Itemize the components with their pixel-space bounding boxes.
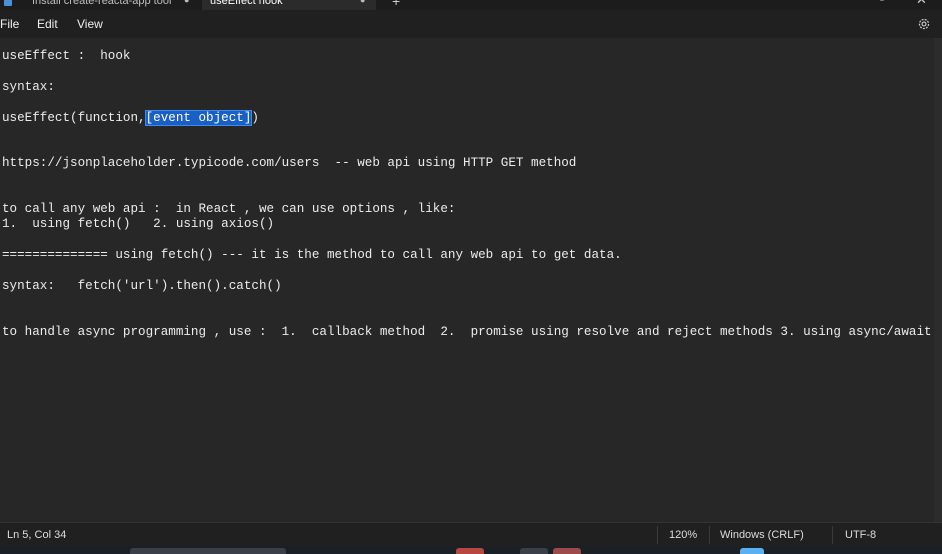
tab-close-icon[interactable]: ● xyxy=(360,0,365,7)
status-divider xyxy=(657,526,658,544)
taskbar-search-box[interactable] xyxy=(130,548,286,554)
tab-label: useEffect hook xyxy=(210,0,283,7)
status-bar: Ln 5, Col 34 120% Windows (CRLF) UTF-8 xyxy=(0,522,942,547)
settings-gear-icon[interactable] xyxy=(917,17,931,31)
editor-line: syntax: xyxy=(2,80,55,94)
editor-line: 1. using fetch() 2. using axios() xyxy=(2,217,275,231)
status-divider xyxy=(832,526,833,544)
status-divider xyxy=(709,526,710,544)
menu-file[interactable]: File xyxy=(0,17,19,31)
vertical-scrollbar[interactable] xyxy=(934,38,942,522)
editor-text: ) xyxy=(251,111,259,125)
editor-text: useEffect(function, xyxy=(2,111,146,125)
tab-install-create-react-app[interactable]: Install create-reacta-app tool ● xyxy=(0,0,202,10)
tab-useeffect-hook[interactable]: useEffect hook ● xyxy=(202,0,376,10)
notepad-icon xyxy=(4,0,12,6)
taskbar-app-icon[interactable] xyxy=(456,548,484,554)
taskbar-app-icon[interactable] xyxy=(553,548,581,554)
new-tab-plus-icon[interactable]: + xyxy=(392,0,400,8)
cursor-position: Ln 5, Col 34 xyxy=(7,529,67,541)
menu-bar: File Edit View xyxy=(0,10,942,38)
menu-edit[interactable]: Edit xyxy=(37,17,58,31)
line-ending[interactable]: Windows (CRLF) xyxy=(720,529,804,541)
menu-view[interactable]: View xyxy=(77,17,103,31)
encoding[interactable]: UTF-8 xyxy=(845,529,876,541)
zoom-level[interactable]: 120% xyxy=(669,529,697,541)
close-window-icon[interactable]: ✕ xyxy=(916,0,927,7)
taskbar-app-icon[interactable] xyxy=(520,548,548,554)
editor-line: ============== using fetch() --- it is t… xyxy=(2,248,622,262)
editor-line: useEffect(function,[event object]) xyxy=(2,110,259,126)
tab-close-icon[interactable]: ● xyxy=(184,0,189,7)
editor-line: to handle async programming , use : 1. c… xyxy=(2,325,932,339)
restore-window-icon[interactable]: ▫ xyxy=(880,0,890,6)
editor-line: syntax: fetch('url').then().catch() xyxy=(2,279,282,293)
tab-label: Install create-reacta-app tool xyxy=(32,0,172,7)
editor-line: useEffect : hook xyxy=(2,49,131,63)
taskbar xyxy=(0,546,942,554)
text-selection: [event object] xyxy=(144,110,253,126)
taskbar-app-icon[interactable] xyxy=(740,548,764,554)
text-editor[interactable]: useEffect : hook syntax: useEffect(funct… xyxy=(0,38,942,522)
tab-bar: Install create-reacta-app tool ● useEffe… xyxy=(0,0,942,10)
editor-line: to call any web api : in React , we can … xyxy=(2,202,456,216)
editor-line: https://jsonplaceholder.typicode.com/use… xyxy=(2,156,577,170)
